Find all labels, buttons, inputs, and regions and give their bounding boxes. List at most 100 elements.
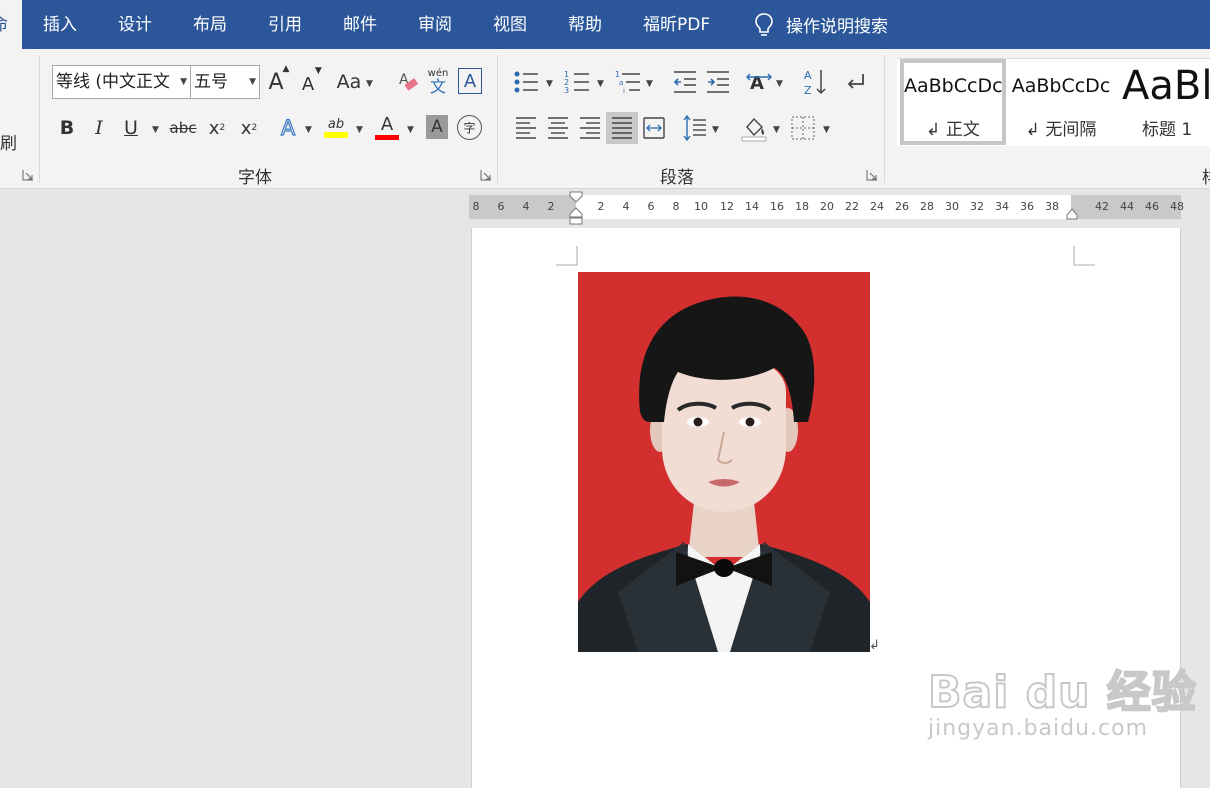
italic-button[interactable]: I bbox=[88, 113, 110, 143]
shrink-font-icon: A ▼ bbox=[301, 65, 322, 95]
tab-references[interactable]: 引用 bbox=[268, 0, 302, 49]
ruler-tick: 48 bbox=[1170, 200, 1184, 213]
bold-button[interactable]: B bbox=[56, 113, 78, 143]
font-size-combo[interactable]: 五号 ▼ bbox=[190, 65, 260, 99]
align-center-icon[interactable] bbox=[546, 115, 570, 141]
portrait-illustration bbox=[578, 272, 870, 652]
font-color-button[interactable]: A bbox=[373, 111, 401, 143]
justify-button[interactable] bbox=[606, 112, 638, 144]
tab-insert[interactable]: 插入 bbox=[43, 0, 77, 49]
enclose-characters-label: 字 bbox=[463, 121, 476, 135]
ruler-tick: 26 bbox=[895, 200, 909, 213]
justify-icon bbox=[612, 117, 632, 139]
chevron-down-icon[interactable]: ▼ bbox=[646, 79, 653, 89]
superscript-label: x bbox=[240, 117, 252, 139]
horizontal-ruler[interactable]: 8 6 4 2 2 4 6 8 10 12 14 16 18 20 22 24 … bbox=[469, 191, 1184, 225]
enclose-characters-button[interactable]: 字 bbox=[457, 115, 482, 140]
id-photo-image[interactable] bbox=[578, 272, 870, 652]
subscript-button[interactable]: x2 bbox=[205, 113, 229, 143]
clear-formatting-button[interactable]: A bbox=[393, 67, 421, 97]
font-color-label: A bbox=[380, 114, 394, 135]
align-left-icon[interactable] bbox=[514, 115, 538, 141]
ruler-tick: 42 bbox=[1095, 200, 1109, 213]
superscript-button[interactable]: x2 bbox=[237, 113, 261, 143]
multilevel-list-icon[interactable]: 1ai bbox=[614, 69, 642, 95]
svg-text:i: i bbox=[623, 87, 625, 95]
style-normal[interactable]: AaBbCcDc ↲ 正文 bbox=[900, 59, 1006, 145]
highlight-color-swatch bbox=[324, 131, 348, 138]
font-name-combo[interactable]: 等线 (中文正文 ▼ bbox=[52, 65, 191, 99]
change-case-button[interactable]: Aa bbox=[334, 67, 364, 97]
tab-help[interactable]: 帮助 bbox=[568, 0, 602, 49]
chevron-down-icon[interactable]: ▼ bbox=[546, 79, 553, 89]
text-effects-button[interactable]: A bbox=[275, 113, 301, 143]
strikethrough-button[interactable]: abc bbox=[169, 113, 197, 143]
format-painter-label[interactable]: 刷 bbox=[0, 129, 17, 154]
tab-layout[interactable]: 布局 bbox=[193, 0, 227, 49]
tab-foxit-pdf[interactable]: 福昕PDF bbox=[643, 0, 710, 49]
ribbon-home: 刷 等线 (中文正文 ▼ 五号 ▼ A ▲ A ▼ Aa ▼ A wén 文 A B… bbox=[0, 49, 1210, 189]
show-hide-marks-icon[interactable] bbox=[843, 69, 869, 95]
shrink-font-button[interactable]: A ▼ bbox=[296, 65, 322, 99]
numbering-icon[interactable]: 123 bbox=[563, 69, 591, 95]
style-name: ↲ 无间隔 bbox=[1025, 120, 1097, 140]
tab-review[interactable]: 审阅 bbox=[418, 0, 452, 49]
ruler-tick: 34 bbox=[995, 200, 1009, 213]
chevron-down-icon[interactable]: ▼ bbox=[366, 79, 373, 89]
italic-label: I bbox=[95, 117, 103, 139]
paragraph-group-label: 段落 bbox=[660, 168, 694, 188]
indent-markers-icon[interactable] bbox=[569, 191, 583, 225]
chevron-down-icon[interactable]: ▼ bbox=[776, 79, 783, 89]
character-border-button[interactable]: A bbox=[458, 68, 482, 94]
decrease-indent-icon[interactable] bbox=[672, 69, 698, 95]
clipboard-launcher-icon[interactable] bbox=[22, 169, 34, 181]
chevron-down-icon[interactable]: ▼ bbox=[773, 125, 780, 135]
increase-indent-icon[interactable] bbox=[705, 69, 731, 95]
chevron-down-icon[interactable]: ▼ bbox=[305, 125, 312, 135]
phonetic-guide-button[interactable]: wén 文 bbox=[425, 65, 451, 99]
margin-corner-mark bbox=[1073, 246, 1095, 266]
tab-home[interactable]: 命 bbox=[0, 0, 22, 49]
style-name: ↲ 正文 bbox=[926, 120, 980, 140]
chevron-down-icon[interactable]: ▼ bbox=[407, 125, 414, 135]
tab-mailings[interactable]: 邮件 bbox=[343, 0, 377, 49]
tell-me-search[interactable]: 操作说明搜索 bbox=[754, 0, 888, 49]
phonetic-bottom: 文 bbox=[429, 77, 446, 96]
subscript-label: x bbox=[208, 117, 220, 139]
align-right-icon[interactable] bbox=[578, 115, 602, 141]
ruler-tick: 6 bbox=[647, 200, 655, 213]
grow-font-button[interactable]: A ▲ bbox=[264, 64, 289, 97]
style-no-spacing[interactable]: AaBbCcDc ↲ 无间隔 bbox=[1008, 59, 1114, 145]
highlight-button[interactable]: ab bbox=[322, 111, 350, 143]
baidu-jingyan-watermark: Bai du 经验 jingyan.baidu.com bbox=[927, 656, 1197, 741]
svg-text:3: 3 bbox=[564, 86, 569, 95]
bullets-icon[interactable] bbox=[512, 69, 540, 95]
tab-design[interactable]: 设计 bbox=[118, 0, 152, 49]
bold-label: B bbox=[59, 117, 75, 139]
character-shading-button[interactable]: A bbox=[426, 115, 448, 139]
right-indent-marker-icon[interactable] bbox=[1066, 208, 1078, 220]
chevron-down-icon[interactable]: ▼ bbox=[356, 125, 363, 135]
sort-icon[interactable]: AZ bbox=[803, 67, 829, 97]
ribbon-tab-bar: 命 插入 设计 布局 引用 邮件 审阅 视图 帮助 福昕PDF 操作说明搜索 bbox=[0, 0, 1210, 49]
tab-view[interactable]: 视图 bbox=[493, 0, 527, 49]
underline-button[interactable]: U bbox=[119, 113, 143, 143]
font-color-swatch bbox=[375, 135, 399, 140]
text-effects-label: A bbox=[280, 115, 296, 140]
asian-layout-icon[interactable]: A bbox=[745, 69, 773, 95]
font-launcher-icon[interactable] bbox=[480, 169, 492, 181]
line-spacing-icon[interactable] bbox=[682, 113, 708, 143]
chevron-down-icon[interactable]: ▼ bbox=[823, 125, 830, 135]
watermark-logo: Bai du 经验 bbox=[927, 666, 1197, 719]
strikethrough-label: abc bbox=[169, 119, 197, 137]
style-preview: AaBbCcDc bbox=[904, 75, 1003, 97]
paragraph-launcher-icon[interactable] bbox=[866, 169, 878, 181]
distributed-icon[interactable] bbox=[642, 115, 666, 141]
chevron-down-icon[interactable]: ▼ bbox=[597, 79, 604, 89]
chevron-down-icon[interactable]: ▼ bbox=[152, 125, 159, 135]
paragraph-shading-icon[interactable] bbox=[740, 113, 768, 143]
borders-icon[interactable] bbox=[790, 115, 816, 141]
style-heading-1[interactable]: AaBl 标题 1 bbox=[1117, 59, 1210, 145]
chevron-down-icon[interactable]: ▼ bbox=[712, 125, 719, 135]
styles-group-label: 样 bbox=[1202, 163, 1210, 188]
